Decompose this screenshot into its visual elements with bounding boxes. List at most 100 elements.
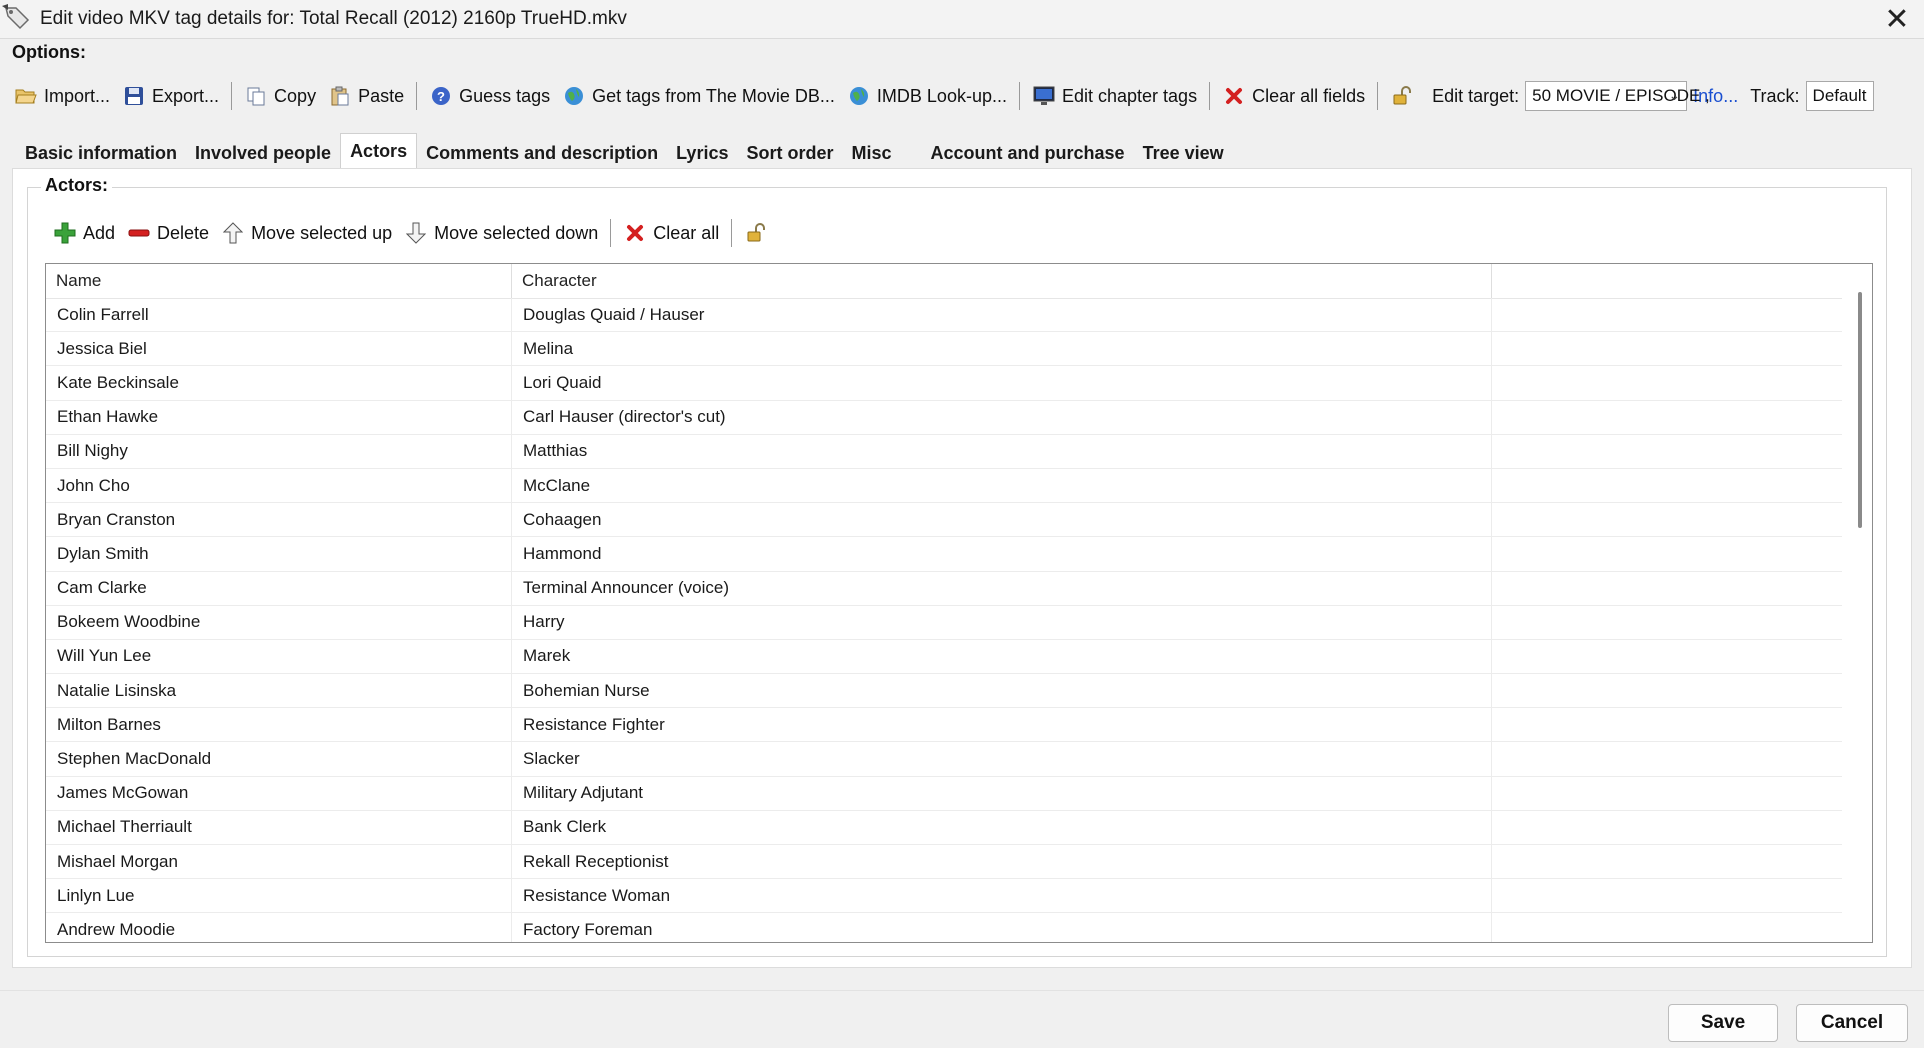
actor-name-cell[interactable]: Mishael Morgan [46,845,512,879]
table-row[interactable]: James McGowan Military Adjutant [46,776,1842,811]
actor-character-cell[interactable]: Lori Quaid [512,366,1492,400]
actor-name-cell[interactable]: Dylan Smith [46,537,512,571]
actor-name-cell[interactable]: Bryan Cranston [46,503,512,537]
table-row[interactable]: Jessica Biel Melina [46,332,1842,367]
tab-comments-and-description[interactable]: Comments and description [417,138,667,168]
edit-chapter-tags-button[interactable]: Edit chapter tags [1026,79,1203,113]
clear-all-fields-button[interactable]: Clear all fields [1216,79,1371,113]
empty-cell[interactable] [1492,845,1842,878]
actor-character-cell[interactable]: Harry [512,605,1492,639]
tab-lyrics[interactable]: Lyrics [667,138,737,168]
actor-character-cell[interactable]: Terminal Announcer (voice) [512,571,1492,605]
table-row[interactable]: Bryan Cranston Cohaagen [46,503,1842,538]
table-row[interactable]: Andrew Moodie Factory Foreman [46,913,1842,942]
actor-name-cell[interactable]: Natalie Lisinska [46,674,512,708]
empty-cell[interactable] [1492,879,1842,912]
actor-character-cell[interactable]: Bohemian Nurse [512,674,1492,708]
actor-character-cell[interactable]: Rekall Receptionist [512,845,1492,879]
track-select[interactable]: Default [1805,81,1874,111]
empty-cell[interactable] [1492,366,1842,399]
actor-name-cell[interactable]: Andrew Moodie [46,913,512,942]
cancel-button[interactable]: Cancel [1796,1004,1908,1042]
actor-name-cell[interactable]: Bill Nighy [46,434,512,468]
imdb-lookup-button[interactable]: IMDB Look-up... [841,79,1013,113]
actor-character-cell[interactable]: Resistance Woman [512,879,1492,913]
table-row[interactable]: Stephen MacDonald Slacker [46,742,1842,777]
actor-name-cell[interactable]: Will Yun Lee [46,639,512,674]
empty-cell[interactable] [1492,503,1842,536]
actors-table[interactable]: Name Character Colin Farrell Douglas Quai… [45,263,1873,943]
column-header-name[interactable]: Name [46,264,512,298]
actor-name-cell[interactable]: Cam Clarke [46,571,512,605]
actor-name-cell[interactable]: Jessica Biel [46,332,512,366]
import-button[interactable]: Import... [8,79,116,113]
edit-target-select[interactable]: 50 MOVIE / EPISODE , ⌄ [1525,81,1710,111]
empty-cell[interactable] [1492,640,1842,673]
empty-cell[interactable] [1492,298,1842,331]
empty-cell[interactable] [1492,435,1842,468]
tab-actors[interactable]: Actors [340,133,418,168]
table-row[interactable]: John Cho McClane [46,468,1842,504]
empty-cell[interactable] [1492,708,1842,741]
actor-name-cell[interactable]: Milton Barnes [46,708,512,742]
empty-cell[interactable] [1492,537,1842,570]
unlock-toggle[interactable] [1384,79,1426,113]
paste-button[interactable]: Paste [322,79,410,113]
save-button[interactable]: Save [1668,1004,1778,1042]
actor-character-cell[interactable]: Resistance Fighter [512,708,1492,742]
clear-all-actors-button[interactable]: Clear all [617,216,725,250]
table-row[interactable]: Kate Beckinsale Lori Quaid [46,366,1842,401]
table-row[interactable]: Bokeem Woodbine Harry [46,605,1842,640]
tab-tree-view[interactable]: Tree view [1134,138,1233,168]
table-row[interactable]: Ethan Hawke Carl Hauser (director's cut) [46,400,1842,435]
table-row[interactable]: Dylan Smith Hammond [46,537,1842,572]
actor-character-cell[interactable]: Bank Clerk [512,810,1492,844]
empty-cell[interactable] [1492,332,1842,365]
add-actor-button[interactable]: Add [47,216,121,250]
actor-character-cell[interactable]: Cohaagen [512,503,1492,537]
export-button[interactable]: Export... [116,79,225,113]
empty-cell[interactable] [1492,674,1842,707]
actor-name-cell[interactable]: Linlyn Lue [46,879,512,913]
actor-character-cell[interactable]: Hammond [512,537,1492,571]
table-row[interactable]: Bill Nighy Matthias [46,434,1842,469]
table-row[interactable]: Cam Clarke Terminal Announcer (voice) [46,571,1842,606]
close-button[interactable]: ✕ [1880,2,1914,36]
tab-misc[interactable]: Misc [843,138,922,168]
actors-unlock-toggle[interactable] [738,216,780,250]
actor-character-cell[interactable]: Marek [512,639,1492,674]
actor-character-cell[interactable]: Douglas Quaid / Hauser [512,298,1492,332]
table-row[interactable]: Michael Therriault Bank Clerk [46,810,1842,845]
actor-character-cell[interactable]: Matthias [512,434,1492,468]
actor-name-cell[interactable]: Ethan Hawke [46,400,512,434]
column-header-empty[interactable] [1492,264,1842,298]
empty-cell[interactable] [1492,606,1842,639]
table-row[interactable]: Linlyn Lue Resistance Woman [46,879,1842,914]
actor-character-cell[interactable]: Factory Foreman [512,913,1492,942]
empty-cell[interactable] [1492,742,1842,775]
guess-tags-button[interactable]: ? Guess tags [423,79,556,113]
tab-involved-people[interactable]: Involved people [186,138,340,168]
table-row[interactable]: Mishael Morgan Rekall Receptionist [46,845,1842,880]
empty-cell[interactable] [1492,401,1842,434]
table-row[interactable]: Natalie Lisinska Bohemian Nurse [46,674,1842,709]
actor-character-cell[interactable]: Melina [512,332,1492,366]
table-row[interactable]: Will Yun Lee Marek [46,639,1842,675]
empty-cell[interactable] [1492,469,1842,502]
actor-name-cell[interactable]: Bokeem Woodbine [46,605,512,639]
empty-cell[interactable] [1492,811,1842,844]
tab-account-and-purchase[interactable]: Account and purchase [922,138,1134,168]
empty-cell[interactable] [1492,913,1842,942]
copy-button[interactable]: Copy [238,79,322,113]
actor-name-cell[interactable]: Colin Farrell [46,298,512,332]
get-tags-moviedb-button[interactable]: Get tags from The Movie DB... [556,79,841,113]
tab-sort-order[interactable]: Sort order [737,138,842,168]
vertical-scrollbar[interactable] [1858,292,1862,528]
table-row[interactable]: Colin Farrell Douglas Quaid / Hauser [46,298,1842,333]
actor-name-cell[interactable]: Stephen MacDonald [46,742,512,776]
actor-name-cell[interactable]: John Cho [46,468,512,503]
empty-cell[interactable] [1492,777,1842,810]
actor-character-cell[interactable]: McClane [512,468,1492,503]
empty-cell[interactable] [1492,572,1842,605]
actor-name-cell[interactable]: Michael Therriault [46,810,512,844]
